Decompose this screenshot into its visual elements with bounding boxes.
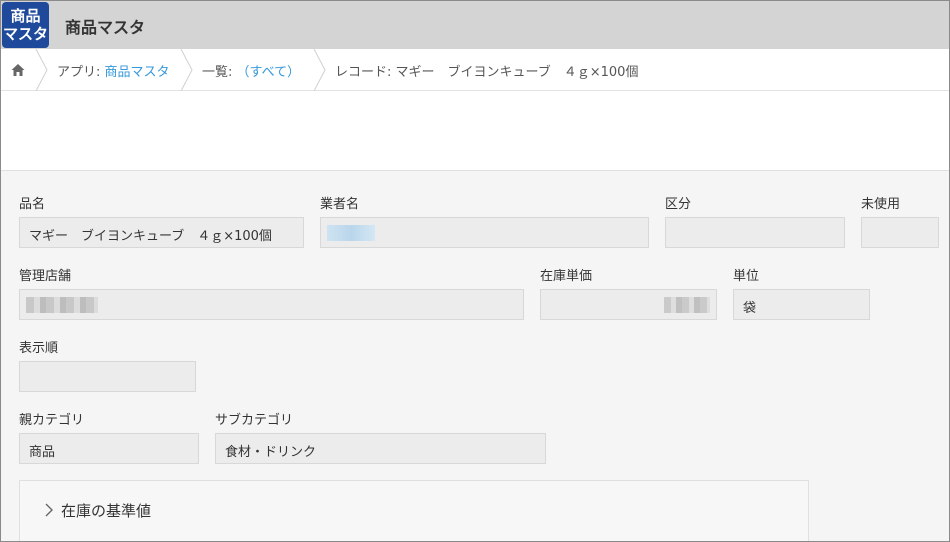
unused-label: 未使用 xyxy=(861,197,901,212)
stock-price-field[interactable] xyxy=(540,289,717,320)
chevron-right-icon xyxy=(45,503,53,517)
breadcrumb-separator-icon xyxy=(35,49,48,91)
unit-field[interactable]: 袋 xyxy=(733,289,870,320)
redacted-value xyxy=(664,297,710,313)
toolbar-area xyxy=(1,91,949,171)
managing-store-label: 管理店舗 xyxy=(19,269,72,284)
section-title: 在庫の基準値 xyxy=(61,502,152,520)
kubun-label: 区分 xyxy=(665,197,692,212)
stock-baseline-section[interactable]: 在庫の基準値 xyxy=(19,480,809,541)
breadcrumb-list: 一覧: （すべて） xyxy=(202,61,300,80)
product-name-field[interactable]: マギー ブイヨンキューブ ４ｇ×100個 xyxy=(19,217,304,248)
breadcrumb-app-link[interactable]: 商品マスタ xyxy=(105,65,170,80)
unused-field[interactable] xyxy=(861,217,939,248)
app-header: 商品 マスタ 商品マスタ xyxy=(1,1,949,49)
managing-store-field[interactable] xyxy=(19,289,524,320)
parent-category-field[interactable]: 商品 xyxy=(19,433,199,464)
redacted-value xyxy=(26,297,98,313)
sub-category-label: サブカテゴリ xyxy=(215,413,294,428)
vendor-name-field[interactable] xyxy=(320,217,649,248)
app-icon[interactable]: 商品 マスタ xyxy=(2,2,49,48)
display-order-label: 表示順 xyxy=(19,341,59,356)
redacted-value xyxy=(327,225,375,241)
sub-category-field[interactable]: 食材・ドリンク xyxy=(215,433,546,464)
breadcrumb: アプリ: 商品マスタ 一覧: （すべて） レコード: マギー ブイヨンキューブ … xyxy=(1,49,949,91)
display-order-field[interactable] xyxy=(19,361,196,392)
breadcrumb-list-prefix: 一覧: xyxy=(202,65,237,80)
app-frame: 商品 マスタ 商品マスタ アプリ: 商品マスタ 一覧: （すべて） レコード: … xyxy=(0,0,950,542)
parent-category-label: 親カテゴリ xyxy=(19,413,85,428)
breadcrumb-app-prefix: アプリ: xyxy=(57,65,105,80)
home-icon[interactable] xyxy=(10,62,26,78)
breadcrumb-record: レコード: マギー ブイヨンキューブ ４ｇ×100個 xyxy=(335,65,639,80)
breadcrumb-separator-icon xyxy=(180,49,193,91)
unit-label: 単位 xyxy=(733,269,760,284)
kubun-field[interactable] xyxy=(665,217,845,248)
vendor-name-label: 業者名 xyxy=(320,197,360,212)
breadcrumb-app: アプリ: 商品マスタ xyxy=(57,61,170,80)
breadcrumb-separator-icon xyxy=(313,49,326,91)
app-title: 商品マスタ xyxy=(65,18,146,37)
breadcrumb-list-link[interactable]: （すべて） xyxy=(237,65,301,80)
stock-price-label: 在庫単価 xyxy=(540,269,593,284)
product-name-label: 品名 xyxy=(19,197,46,212)
